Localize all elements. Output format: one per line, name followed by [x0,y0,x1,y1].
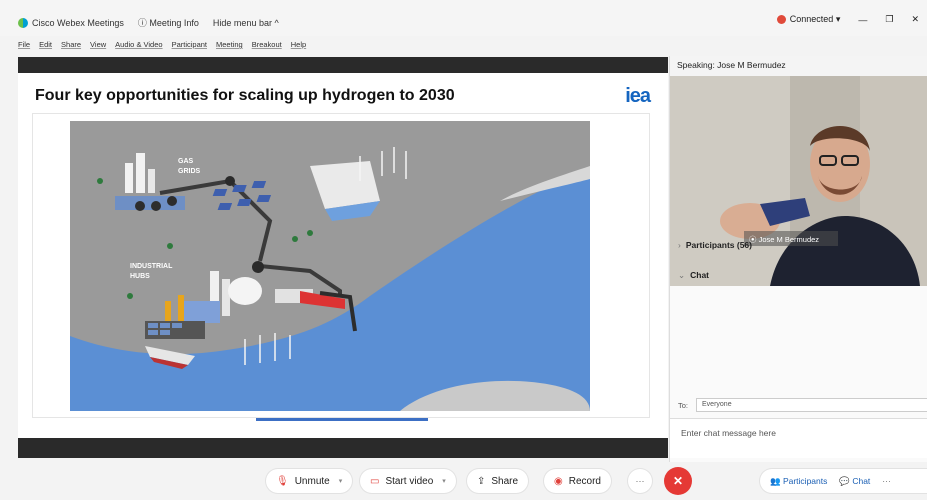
panel-toggle-group: 👥 Participants 💬 Chat ··· [760,469,927,493]
menu-edit[interactable]: Edit [39,40,52,49]
hydrogen-illustration: GAS GRIDS INDUSTRIAL HUBS [70,121,590,411]
app-title: Cisco Webex Meetings [32,17,124,28]
close-window-button[interactable]: ✕ [911,14,919,25]
chevron-down-icon: ⌄ [678,270,686,280]
muted-microphone-icon: 🎙 [276,475,289,487]
slide-progress-bar [256,418,428,421]
record-icon: ◉ [554,475,563,487]
iea-logo: iea [625,85,651,107]
stage-bottom-bar [18,438,668,458]
active-speaker-label: Speaking: Jose M Bermudez [670,56,927,76]
panel-overflow-button[interactable]: ··· [882,476,891,486]
connection-status-icon [776,15,786,25]
industrial-hubs-label-line2: HUBS [130,273,150,280]
chat-recipient-row: To: Everyone [678,398,927,412]
chat-panel-button[interactable]: 💬 Chat [839,476,870,487]
menu-file[interactable]: File [18,40,30,49]
hydrogen-map-graphic: GAS GRIDS INDUSTRIAL HUBS [70,147,590,411]
end-meeting-button[interactable]: ✕ [664,467,692,495]
info-icon: ⓘ [137,18,150,28]
share-icon: ⇪ [477,475,486,487]
video-off-icon: ▭ [370,475,380,487]
industrial-hubs-label-line1: INDUSTRIAL [130,263,173,270]
record-button[interactable]: ◉ Record [544,469,611,493]
participants-icon: 👥 [770,475,783,486]
more-options-button[interactable]: ··· [628,469,652,493]
title-bar: Cisco Webex Meetings ⓘ Meeting Info Hide… [0,0,927,36]
chat-message-input[interactable]: Enter chat message here [670,418,927,458]
menu-help[interactable]: Help [291,40,306,49]
slide-title: Four key opportunities for scaling up hy… [35,87,455,104]
hide-menu-bar-button[interactable]: Hide menu bar ^ [213,18,279,28]
speaker-video-frame [670,76,927,286]
gas-grids-label-line2: GRIDS [178,168,201,175]
minimize-button[interactable]: — [858,15,867,25]
chevron-right-icon: › [678,240,681,250]
chat-section-header[interactable]: ⌄ Chat [670,270,927,281]
participants-section-header[interactable]: › Participants (56) [670,240,927,250]
audio-options-caret-icon[interactable]: ▾ [339,477,343,485]
menu-breakout[interactable]: Breakout [252,40,282,49]
meeting-controls-bar: 🎙 Unmute ▾ ▭ Start video ▾ ⇪ Share ◉ Rec… [0,462,927,500]
chat-recipient-select[interactable]: Everyone [696,398,927,412]
restore-button[interactable]: ❐ [885,14,893,25]
menu-participant[interactable]: Participant [172,40,207,49]
menu-bar: File Edit Share View Audio & Video Parti… [18,40,306,49]
side-panel: Speaking: Jose M Bermudez ⦿ Jose M Bermu… [669,56,927,464]
shared-slide: Four key opportunities for scaling up hy… [18,73,668,438]
chat-icon: 💬 [839,475,853,486]
menu-view[interactable]: View [90,40,106,49]
connection-status[interactable]: Connected ▾ [776,14,840,25]
share-button[interactable]: ⇪ Share [467,469,529,493]
video-options-caret-icon[interactable]: ▾ [442,477,446,485]
speaker-video[interactable]: ⦿ Jose M Bermudez [670,76,927,286]
participants-panel-button[interactable]: 👥 Participants [770,476,827,487]
menu-audio-video[interactable]: Audio & Video [115,40,162,49]
webex-logo-icon [18,17,28,28]
menu-share[interactable]: Share [61,40,81,49]
meeting-info-button[interactable]: ⓘ Meeting Info [138,16,199,29]
chat-to-label: To: [678,400,689,410]
unmute-button[interactable]: 🎙 Unmute ▾ [266,469,353,493]
start-video-button[interactable]: ▭ Start video ▾ [360,469,456,493]
gas-grids-label-line1: GAS [178,158,194,165]
menu-meeting[interactable]: Meeting [216,40,243,49]
